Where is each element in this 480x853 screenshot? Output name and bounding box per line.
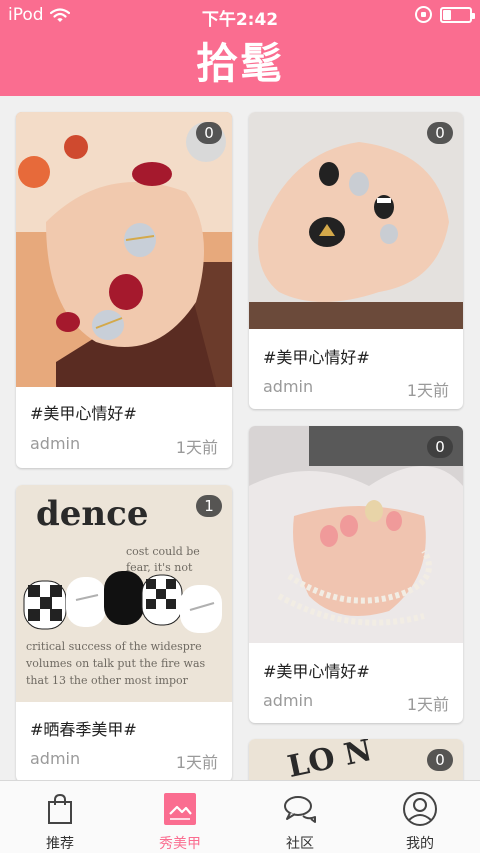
comment-count-badge: 0	[427, 749, 453, 771]
svg-text:cost could be: cost could be	[126, 545, 200, 558]
app-header: 拾髦	[0, 32, 480, 96]
nail-feed[interactable]: 0 #美甲心情好# admin 1天前 0 #美甲心情好# admin 1天前	[0, 96, 480, 780]
post-tag[interactable]: #晒春季美甲#	[30, 716, 137, 740]
chat-bubbles-icon	[284, 796, 316, 823]
tab-label: 推荐	[46, 836, 74, 852]
status-time: 下午2:42	[201, 10, 279, 30]
post-card[interactable]: 0 #美甲心情好# admin 1天前	[16, 112, 232, 468]
tab-label: 社区	[286, 836, 314, 852]
shopping-bag-icon	[48, 793, 72, 824]
comment-count-badge: 0	[427, 122, 453, 144]
post-time: 1天前	[175, 438, 218, 457]
user-icon	[403, 792, 437, 826]
svg-text:dence: dence	[36, 494, 148, 534]
post-image[interactable]	[249, 426, 463, 643]
image-icon	[164, 793, 196, 825]
tab-me[interactable]: 我的	[360, 781, 480, 853]
tab-show-nails[interactable]: 秀美甲	[120, 781, 240, 853]
nail-photo-pearls-pink	[249, 426, 463, 643]
tab-recommend[interactable]: 推荐	[0, 781, 120, 853]
comment-count-badge: 0	[427, 436, 453, 458]
post-author[interactable]: admin	[30, 434, 80, 453]
svg-text:volumes on talk put the fire w: volumes on talk put the fire was	[25, 657, 206, 670]
tab-community[interactable]: 社区	[240, 781, 360, 853]
bottom-tab-bar: 推荐 秀美甲 社区 我的	[0, 780, 480, 853]
comment-count-badge: 0	[196, 122, 222, 144]
post-author[interactable]: admin	[30, 749, 80, 768]
nail-photo-checkerboard: dence critical success of the widespre v…	[16, 485, 232, 702]
nail-photo-red-gold	[16, 112, 232, 387]
nail-photo-black-white	[249, 112, 463, 329]
post-author[interactable]: admin	[263, 691, 313, 710]
post-card[interactable]: 0 #美甲心情好# admin 1天前	[249, 426, 463, 723]
post-image[interactable]	[249, 112, 463, 329]
comment-count-badge: 1	[196, 495, 222, 517]
svg-text:fear, it's not: fear, it's not	[126, 561, 193, 574]
post-author[interactable]: admin	[263, 377, 313, 396]
post-tag[interactable]: #美甲心情好#	[263, 344, 370, 368]
battery-icon	[440, 6, 475, 23]
post-time: 1天前	[406, 695, 449, 714]
post-image[interactable]: dence critical success of the widespre v…	[16, 485, 232, 702]
status-right	[415, 6, 475, 23]
post-card[interactable]: dence critical success of the widespre v…	[16, 485, 232, 780]
post-image[interactable]	[16, 112, 232, 387]
svg-text:critical success of the widesp: critical success of the widespre	[26, 640, 202, 653]
tab-label: 秀美甲	[159, 836, 201, 852]
post-card[interactable]: LO N 0	[249, 739, 463, 780]
post-card[interactable]: 0 #美甲心情好# admin 1天前	[249, 112, 463, 409]
app-title: 拾髦	[195, 39, 284, 88]
svg-text:that 13 the other most impor: that 13 the other most impor	[26, 674, 189, 687]
tab-label: 我的	[406, 836, 434, 852]
post-tag[interactable]: #美甲心情好#	[263, 658, 370, 682]
battery-level	[443, 9, 451, 20]
post-time: 1天前	[406, 381, 449, 400]
post-tag[interactable]: #美甲心情好#	[30, 400, 137, 424]
status-bar: iPod 下午2:42	[0, 0, 480, 32]
rotation-lock-icon	[415, 6, 432, 23]
post-time: 1天前	[175, 753, 218, 772]
